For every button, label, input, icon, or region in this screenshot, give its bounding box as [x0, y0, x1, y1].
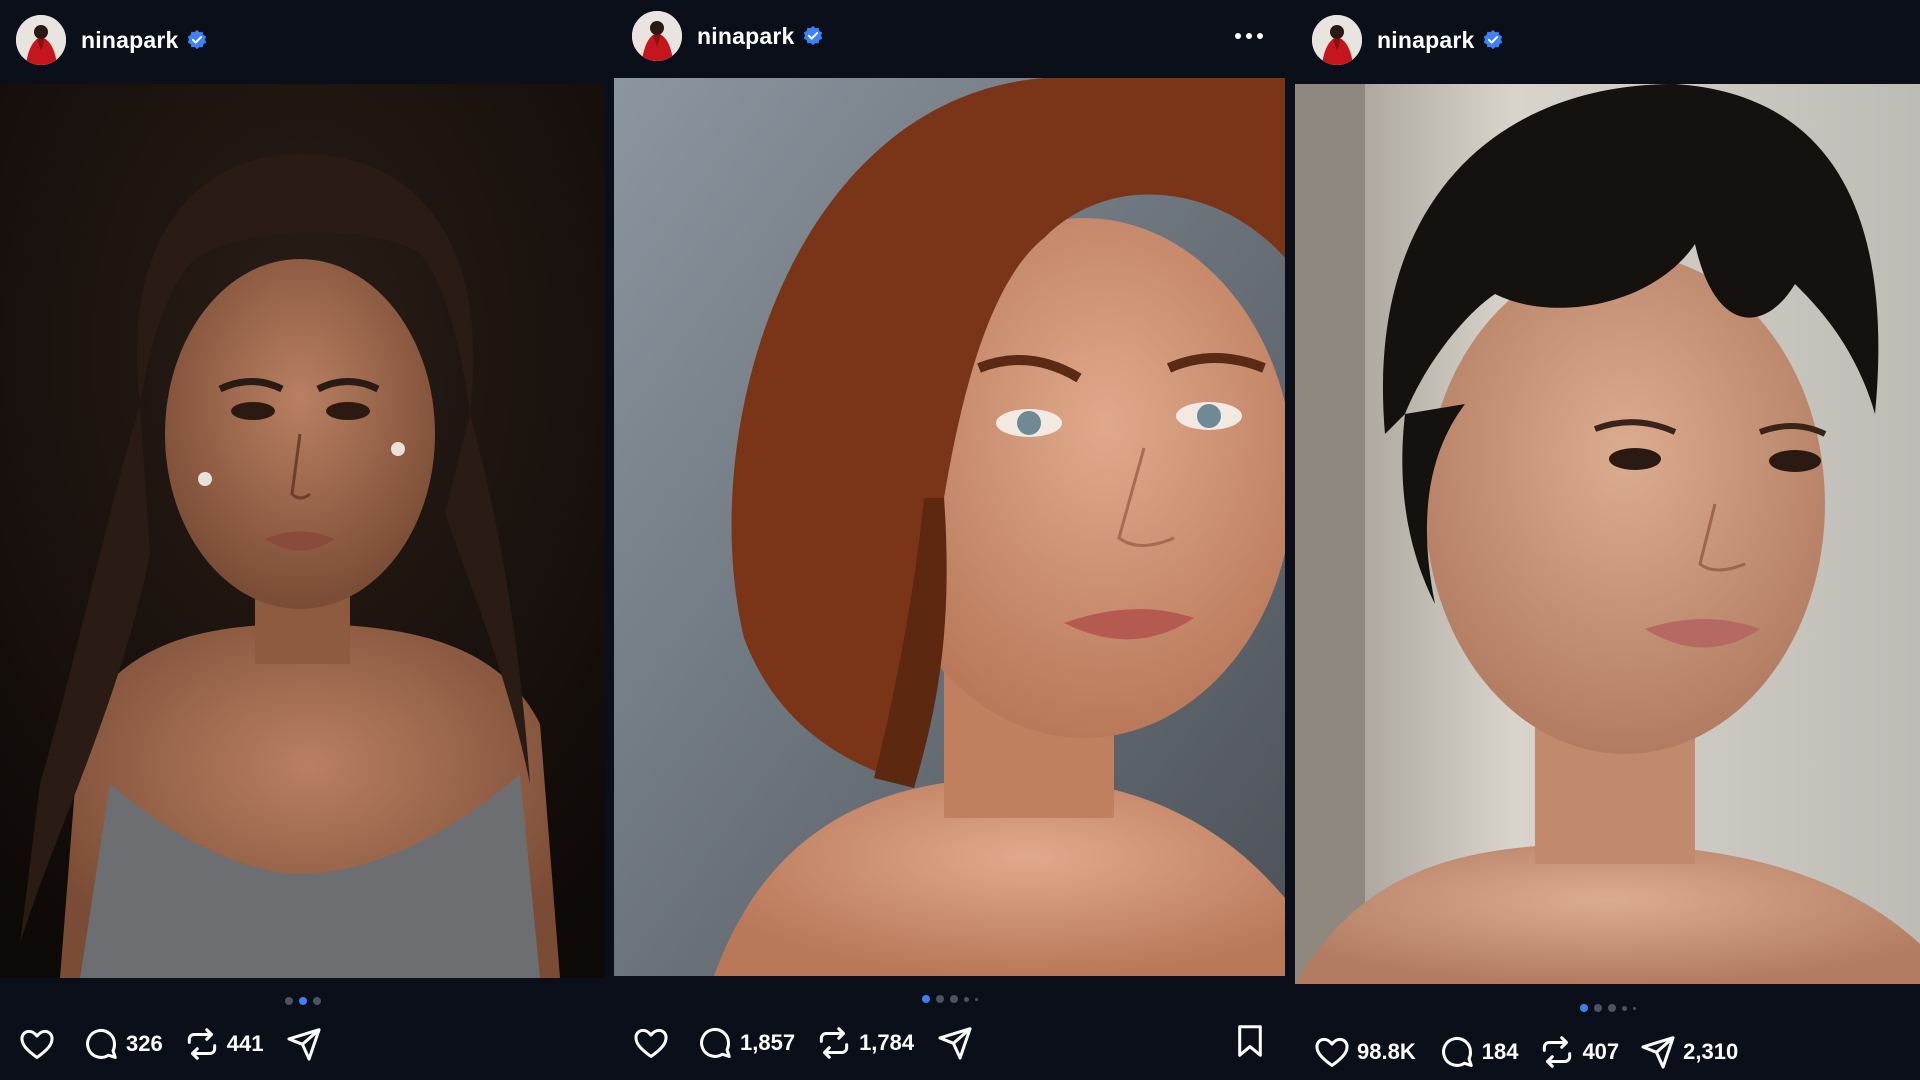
carousel-dot[interactable] [949, 995, 958, 1003]
comment-count: 326 [126, 1031, 163, 1056]
heart-icon [20, 1029, 54, 1059]
carousel-dot[interactable] [1607, 1004, 1616, 1012]
post-card-1: ninapark 326 441 [0, 0, 605, 1080]
repost-button[interactable]: 1,784 [815, 1024, 914, 1062]
heart-icon [634, 1028, 668, 1058]
post-photo[interactable] [0, 84, 605, 978]
carousel-dot[interactable] [1593, 1004, 1602, 1012]
share-count: 2,310 [1683, 1039, 1739, 1064]
share-button[interactable] [285, 1025, 323, 1063]
like-button[interactable] [632, 1024, 670, 1062]
avatar[interactable] [16, 15, 66, 65]
post-actions: 98.8K 184 407 2,310 [1295, 1024, 1920, 1080]
repost-icon [819, 1027, 849, 1059]
bookmark-button[interactable] [1231, 1022, 1269, 1065]
username[interactable]: ninapark [697, 23, 794, 50]
carousel-dot[interactable] [963, 996, 969, 1002]
bookmark-icon [1238, 1024, 1262, 1057]
carousel-indicator [0, 997, 605, 1005]
repost-count: 1,784 [859, 1030, 915, 1055]
send-icon [1641, 1036, 1675, 1069]
carousel-dot[interactable] [935, 995, 944, 1003]
username[interactable]: ninapark [81, 27, 178, 54]
post-header: ninapark [614, 0, 1285, 72]
carousel-dot[interactable] [974, 997, 978, 1001]
avatar[interactable] [632, 11, 682, 61]
repost-icon [1543, 1036, 1572, 1068]
post-photo[interactable] [614, 78, 1285, 976]
post-card-2: ninapark 1,857 1,784 [614, 0, 1285, 1080]
verified-badge-icon [1484, 29, 1503, 50]
send-icon [287, 1028, 321, 1061]
comment-count: 184 [1481, 1039, 1519, 1064]
verified-badge-icon [804, 25, 823, 46]
more-icon[interactable] [1231, 24, 1267, 48]
comment-button[interactable]: 1,857 [696, 1024, 795, 1062]
comment-count: 1,857 [740, 1030, 796, 1055]
post-header: ninapark [0, 0, 605, 80]
post-actions: 1,857 1,784 [614, 1015, 1285, 1071]
send-icon [938, 1027, 972, 1060]
like-button[interactable] [18, 1025, 56, 1063]
share-button[interactable] [936, 1024, 974, 1062]
carousel-dot[interactable] [298, 997, 307, 1005]
repost-count: 407 [1582, 1039, 1620, 1064]
comment-icon [86, 1028, 117, 1059]
post-header: ninapark [1295, 0, 1920, 80]
share-button[interactable]: 2,310 [1639, 1033, 1738, 1071]
comment-icon [1441, 1036, 1473, 1067]
repost-count: 441 [226, 1031, 264, 1056]
carousel-dot[interactable] [312, 997, 321, 1005]
username[interactable]: ninapark [1377, 27, 1474, 54]
carousel-dot[interactable] [1579, 1004, 1588, 1012]
post-photo[interactable] [1295, 84, 1920, 984]
verified-badge-icon [188, 29, 207, 50]
carousel-indicator [614, 995, 1285, 1003]
like-button[interactable]: 98.8K [1313, 1033, 1416, 1071]
repost-button[interactable]: 441 [183, 1025, 264, 1063]
comment-button[interactable]: 326 [82, 1025, 163, 1063]
post-card-3: ninapark 98.8K 184 407 2,310 [1295, 0, 1920, 1080]
carousel-dot[interactable] [1621, 1005, 1627, 1011]
carousel-dot[interactable] [1632, 1006, 1636, 1010]
repost-button[interactable]: 407 [1538, 1033, 1619, 1071]
carousel-dot[interactable] [284, 997, 293, 1005]
carousel-indicator [1295, 1004, 1920, 1012]
comment-icon [700, 1027, 731, 1058]
avatar[interactable] [1312, 15, 1362, 65]
heart-icon [1315, 1037, 1349, 1067]
repost-icon [187, 1028, 216, 1060]
like-count: 98.8K [1357, 1039, 1416, 1064]
carousel-dot[interactable] [921, 995, 930, 1003]
comment-button[interactable]: 184 [1438, 1033, 1519, 1071]
post-actions: 326 441 [0, 1016, 605, 1072]
